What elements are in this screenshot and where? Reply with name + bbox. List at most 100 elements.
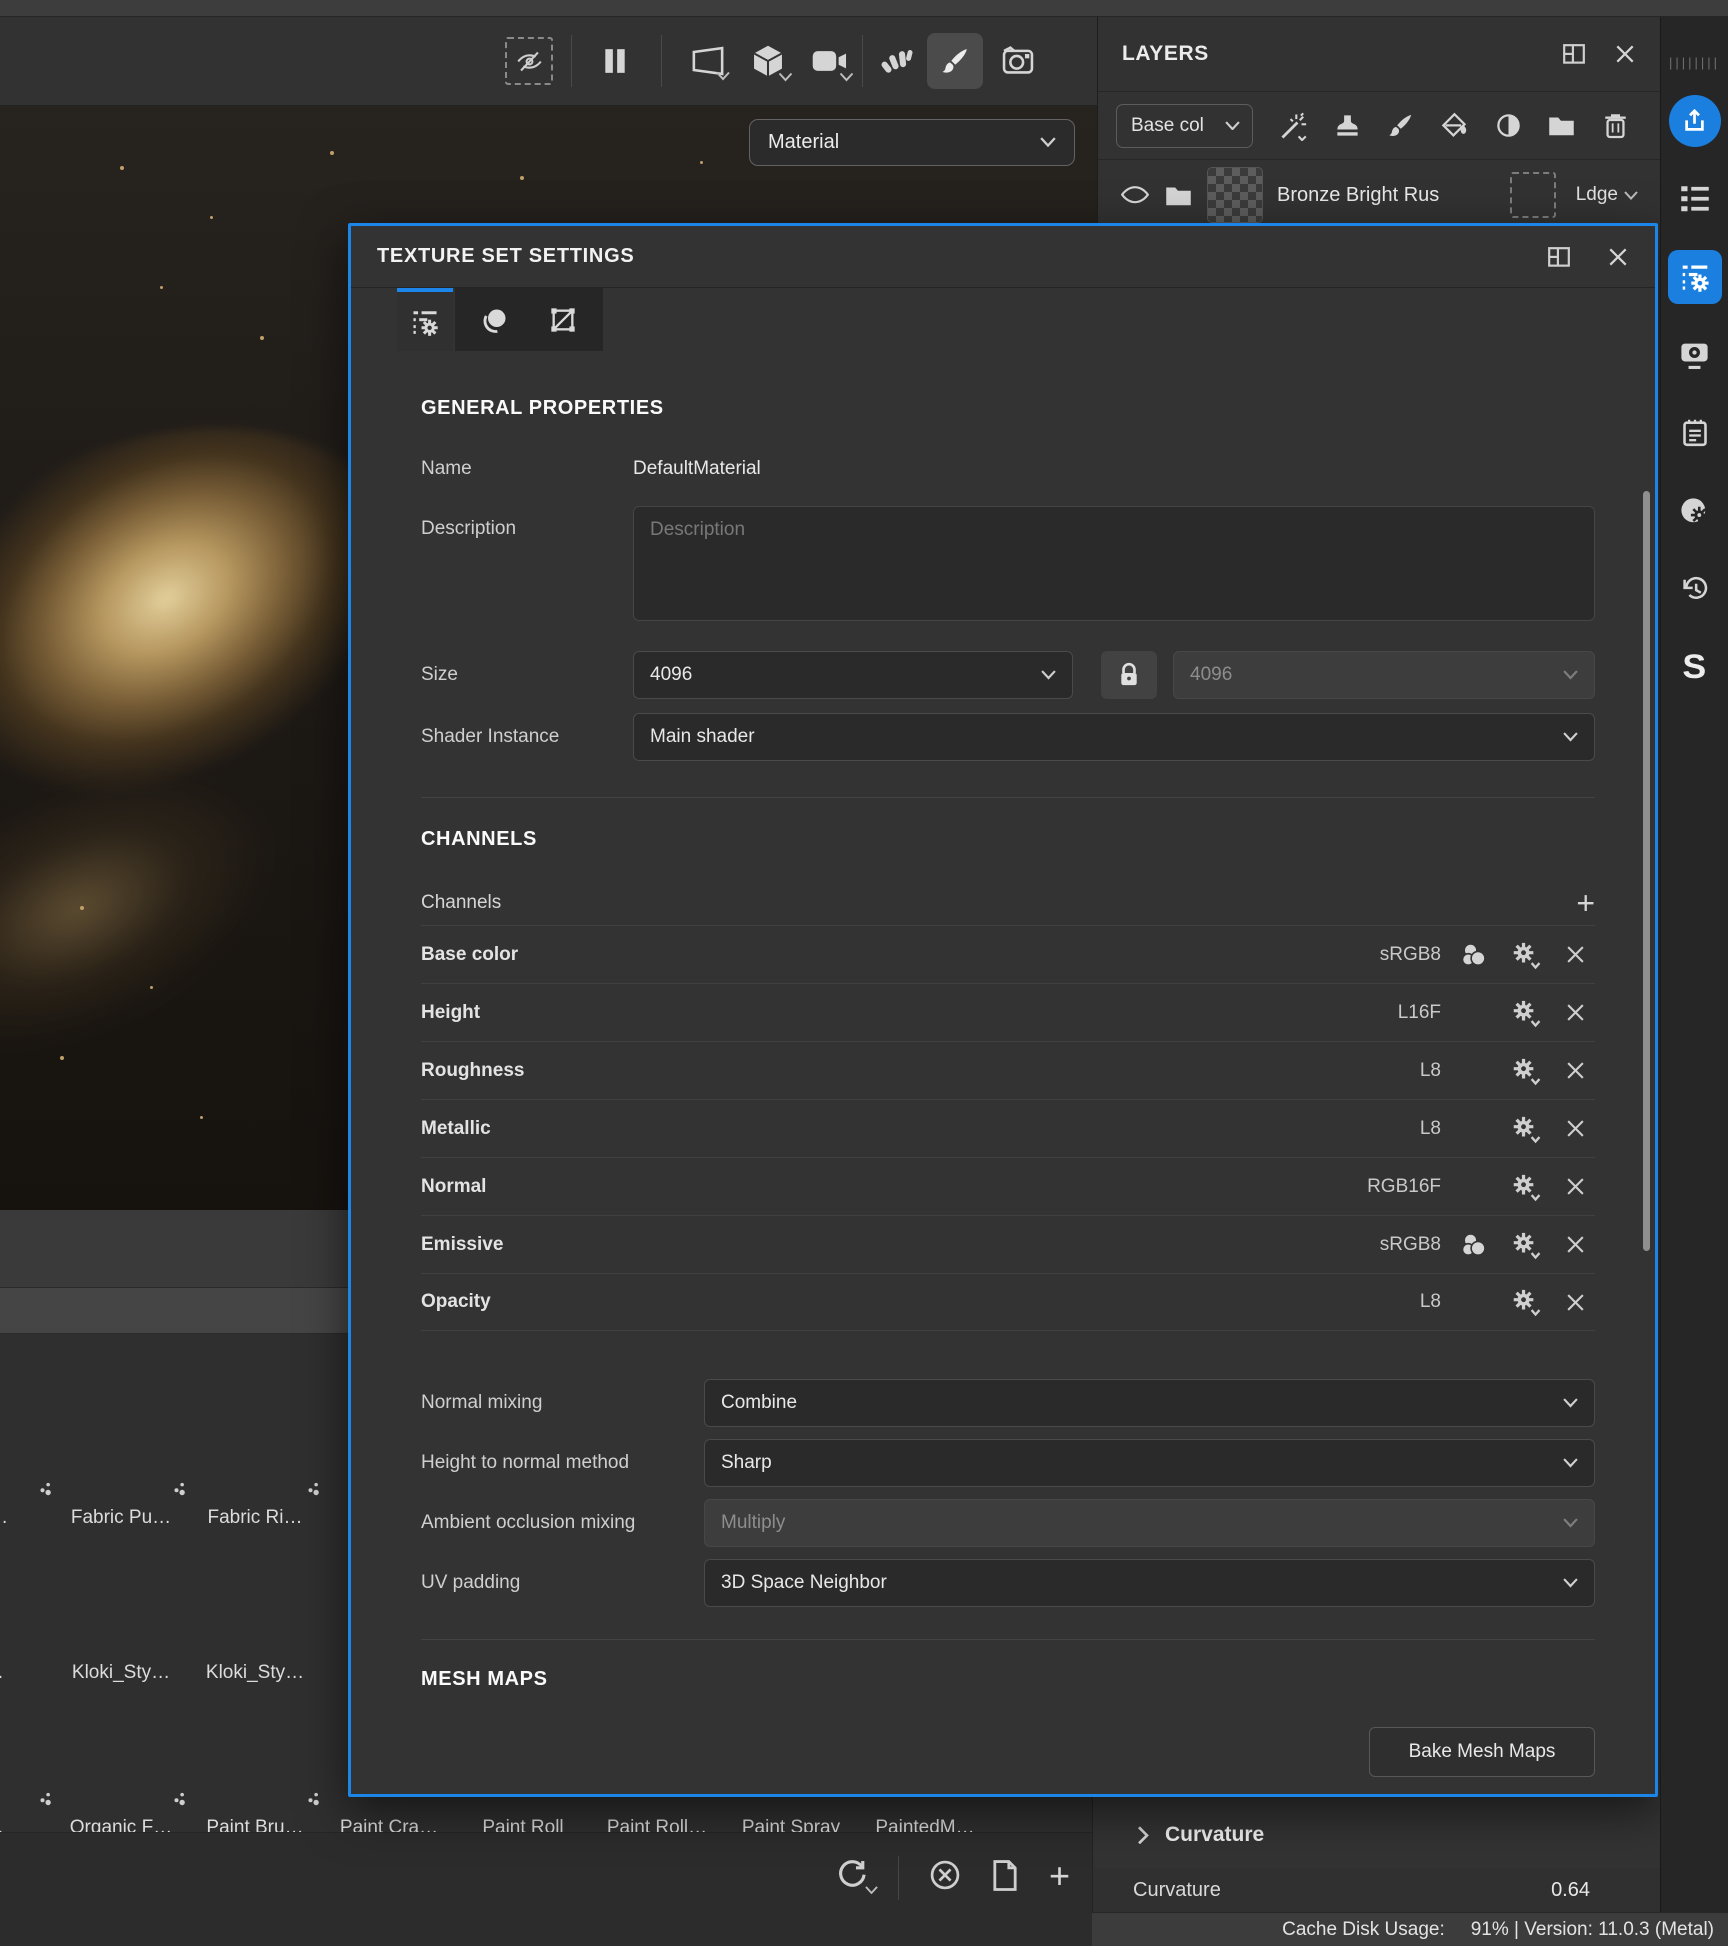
size-width-dropdown[interactable]: 4096 — [633, 651, 1073, 699]
new-resource-button[interactable] — [991, 1859, 1019, 1892]
delete-layer-button[interactable] — [1588, 102, 1642, 150]
viewport-3d-view-button[interactable] — [753, 45, 784, 78]
channel-settings-icon[interactable] — [1512, 1230, 1542, 1260]
channel-row[interactable]: Metallic L8 — [421, 1099, 1595, 1157]
add-effect-button[interactable] — [1267, 102, 1321, 150]
add-folder-button[interactable] — [1535, 102, 1589, 150]
sidebar-item-history[interactable] — [1668, 562, 1722, 616]
remove-channel-icon[interactable] — [1565, 1234, 1586, 1255]
ambient-occlusion-mixing-dropdown: Multiply — [704, 1499, 1595, 1547]
layer-thumbnail[interactable] — [1207, 167, 1263, 223]
sidebar-item-display-settings[interactable] — [1668, 328, 1722, 382]
dock-panel-icon[interactable] — [1562, 43, 1586, 65]
channel-format[interactable]: L8 — [1351, 1118, 1441, 1140]
size-lock-button[interactable] — [1101, 651, 1157, 699]
camera-view-icon — [812, 49, 849, 74]
hide-selection-button[interactable] — [505, 37, 553, 85]
color-profile-icon[interactable] — [1459, 1231, 1489, 1259]
shelf-item[interactable]: ty… — [0, 1544, 54, 1684]
name-value[interactable]: DefaultMaterial — [633, 458, 761, 480]
curvature-section-header[interactable]: Curvature — [1093, 1812, 1660, 1858]
channel-row[interactable]: Base color sRGB8 — [421, 925, 1595, 983]
remove-channel-icon[interactable] — [1565, 1060, 1586, 1081]
sidebar-item-texture-set-settings[interactable] — [1668, 250, 1722, 304]
description-input[interactable]: Description — [633, 506, 1595, 621]
channel-format[interactable]: L8 — [1351, 1060, 1441, 1082]
add-resource-button[interactable]: + — [1049, 1859, 1070, 1893]
shader-instance-dropdown[interactable]: Main shader — [633, 713, 1595, 761]
add-mask-button[interactable] — [1481, 102, 1535, 150]
curvature-value-row[interactable]: Curvature 0.64 — [1093, 1868, 1660, 1912]
cancel-bake-button[interactable] — [929, 1859, 961, 1891]
dialog-titlebar[interactable]: TEXTURE SET SETTINGS — [351, 226, 1655, 287]
channel-filter-dropdown[interactable]: Base col — [1116, 104, 1253, 148]
tab-texture-set-settings[interactable] — [397, 288, 453, 351]
sidebar-item-log[interactable] — [1668, 406, 1722, 460]
shelf-item[interactable]: Organic F… — [54, 1699, 188, 1832]
close-icon[interactable] — [1614, 43, 1636, 65]
tab-material[interactable] — [467, 288, 523, 351]
sidebar-item-layers[interactable] — [1668, 172, 1722, 226]
refresh-shelf-button[interactable] — [834, 1859, 868, 1890]
shelf-item[interactable]: Ny… — [0, 1389, 54, 1529]
viewport-2d-view-button[interactable] — [690, 46, 726, 77]
shelf-item[interactable]: Kloki_Sty… — [188, 1544, 322, 1684]
camera-view-button[interactable] — [812, 49, 849, 74]
snapshot-button[interactable] — [1002, 46, 1035, 77]
particles-tool-button[interactable] — [881, 45, 913, 77]
remove-channel-icon[interactable] — [1565, 944, 1586, 965]
channel-format[interactable]: RGB16F — [1351, 1176, 1441, 1198]
channel-row[interactable]: Height L16F — [421, 983, 1595, 1041]
paint-tool-button[interactable] — [927, 33, 983, 89]
layer-row[interactable]: Bronze Bright Rus Ldge — [1098, 160, 1660, 230]
shelf-item[interactable]: Fabric Ri… — [188, 1389, 322, 1529]
bake-mesh-maps-button[interactable]: Bake Mesh Maps — [1369, 1727, 1595, 1777]
channel-settings-icon[interactable] — [1512, 1287, 1542, 1317]
remove-channel-icon[interactable] — [1565, 1176, 1586, 1197]
export-button[interactable] — [1668, 94, 1722, 148]
channel-format[interactable]: L8 — [1351, 1291, 1441, 1313]
height-to-normal-value: Sharp — [721, 1452, 1563, 1474]
paint-layer-button[interactable] — [1374, 102, 1428, 150]
channel-settings-icon[interactable] — [1512, 1172, 1542, 1202]
channel-format[interactable]: sRGB8 — [1351, 944, 1441, 966]
clone-stamp-button[interactable] — [1321, 102, 1375, 150]
remove-channel-icon[interactable] — [1565, 1292, 1586, 1313]
channel-row[interactable]: Normal RGB16F — [421, 1157, 1595, 1215]
pause-engine-button[interactable] — [602, 47, 628, 75]
remove-channel-icon[interactable] — [1565, 1002, 1586, 1023]
shelf-item[interactable]: c … — [0, 1699, 54, 1832]
channel-settings-icon[interactable] — [1512, 998, 1542, 1028]
layer-visibility-icon[interactable] — [1120, 185, 1150, 204]
channel-row[interactable]: Emissive sRGB8 — [421, 1215, 1595, 1273]
channel-settings-icon[interactable] — [1512, 1114, 1542, 1144]
add-channel-button[interactable]: + — [1576, 886, 1595, 920]
channel-settings-icon[interactable] — [1512, 940, 1542, 970]
remove-channel-icon[interactable] — [1565, 1118, 1586, 1139]
corner-mode-dropdown[interactable]: Ldge — [1576, 184, 1638, 206]
uv-padding-dropdown[interactable]: 3D Space Neighbor — [704, 1559, 1595, 1607]
channel-format[interactable]: L16F — [1351, 1002, 1441, 1024]
close-icon[interactable] — [1607, 246, 1629, 268]
shelf-item[interactable]: Paint Bru… — [188, 1699, 322, 1832]
channel-row[interactable]: Opacity L8 — [421, 1273, 1595, 1331]
sidebar-item-shader-settings[interactable] — [1668, 484, 1722, 538]
channel-row[interactable]: Roughness L8 — [421, 1041, 1595, 1099]
viewport-mode-dropdown[interactable]: Material — [749, 119, 1075, 166]
shelf-item[interactable]: Kloki_Sty… — [54, 1544, 188, 1684]
dialog-scrollbar[interactable] — [1643, 491, 1650, 1251]
layer-mask-placeholder[interactable] — [1510, 172, 1556, 218]
sidebar-grip-handle[interactable]: |||||||| — [1669, 55, 1720, 70]
layer-name[interactable]: Bronze Bright Rus — [1277, 184, 1496, 207]
channel-settings-icon[interactable] — [1512, 1056, 1542, 1086]
height-to-normal-dropdown[interactable]: Sharp — [704, 1439, 1595, 1487]
fill-layer-button[interactable] — [1428, 102, 1482, 150]
shelf-item-label: Organic F… — [70, 1817, 172, 1832]
dock-panel-icon[interactable] — [1547, 246, 1571, 268]
tab-uv-mesh[interactable] — [535, 288, 591, 351]
color-profile-icon[interactable] — [1459, 941, 1489, 969]
channels-list: Base color sRGB8 Height L16F Roughness L… — [421, 925, 1595, 1331]
normal-mixing-dropdown[interactable]: Combine — [704, 1379, 1595, 1427]
channel-format[interactable]: sRGB8 — [1351, 1234, 1441, 1256]
shelf-item[interactable]: Fabric Pu… — [54, 1389, 188, 1529]
